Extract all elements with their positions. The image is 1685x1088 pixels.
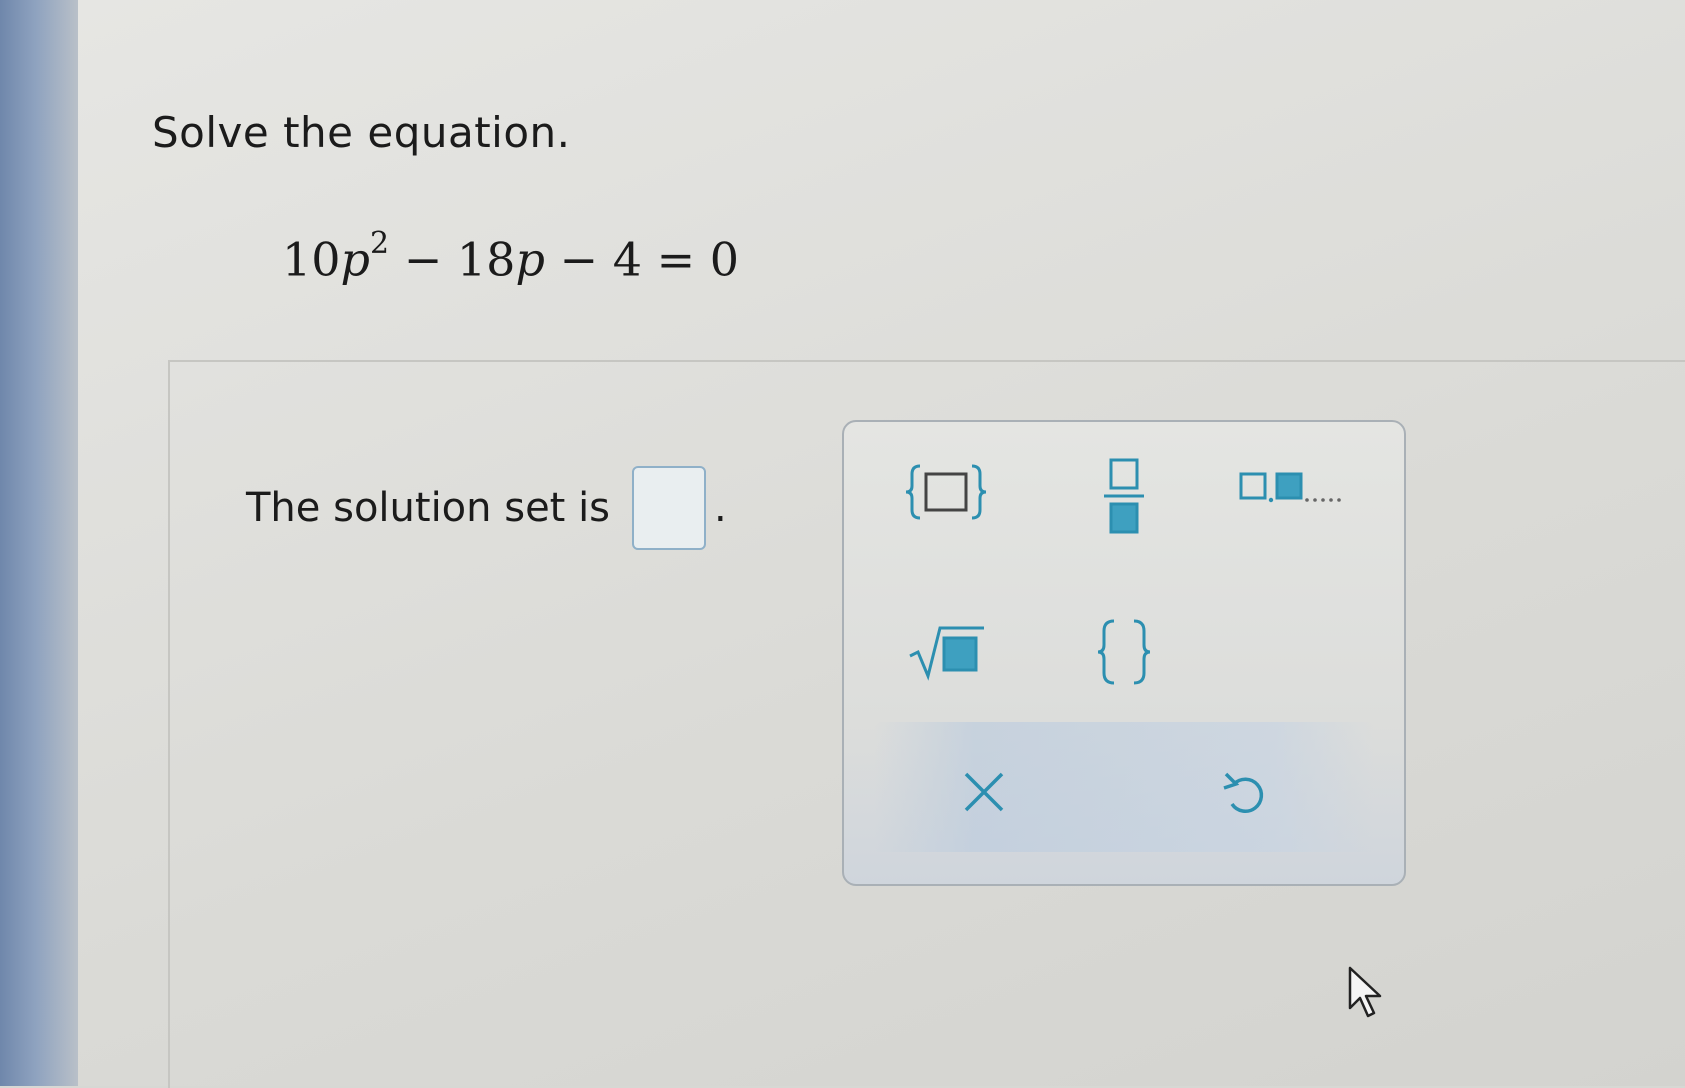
equation-const: 4 [612,232,642,287]
answer-row: The solution set is . [246,466,727,550]
equation-coef1: 10 [282,232,341,287]
set-braces-box-icon [906,464,986,520]
undo-icon [1223,772,1264,813]
mouse-pointer-icon [1348,966,1388,1026]
equation-op2: − [559,232,599,287]
equation-coef2: 18 [456,232,516,287]
equation: 10p2 − 18p − 4 = 0 [282,226,740,287]
answer-period: . [714,485,727,531]
empty-braces-icon [1097,619,1151,685]
list-boxes-icon [1239,472,1341,503]
equation-var1: p [340,232,370,287]
equation-equals: = [656,232,696,287]
fraction-button[interactable] [1084,446,1164,546]
answer-input[interactable] [632,466,707,550]
square-root-icon [909,626,984,681]
clear-button[interactable] [944,752,1024,832]
set-braces-box-button[interactable] [896,452,996,532]
equation-rhs: 0 [709,232,740,287]
fraction-icon [1104,458,1144,534]
equation-op1: − [403,232,443,287]
answer-prompt: The solution set is [246,485,611,531]
square-root-button[interactable] [896,612,996,692]
close-icon [964,772,1004,812]
list-boxes-button[interactable] [1234,458,1364,518]
empty-set-button[interactable] [1084,612,1164,692]
left-window-edge [0,0,78,1086]
equation-var2: p [515,232,545,287]
equation-exponent: 2 [370,226,390,261]
undo-button[interactable] [1204,752,1284,832]
question-title: Solve the equation. [152,108,571,157]
math-palette [842,420,1406,886]
